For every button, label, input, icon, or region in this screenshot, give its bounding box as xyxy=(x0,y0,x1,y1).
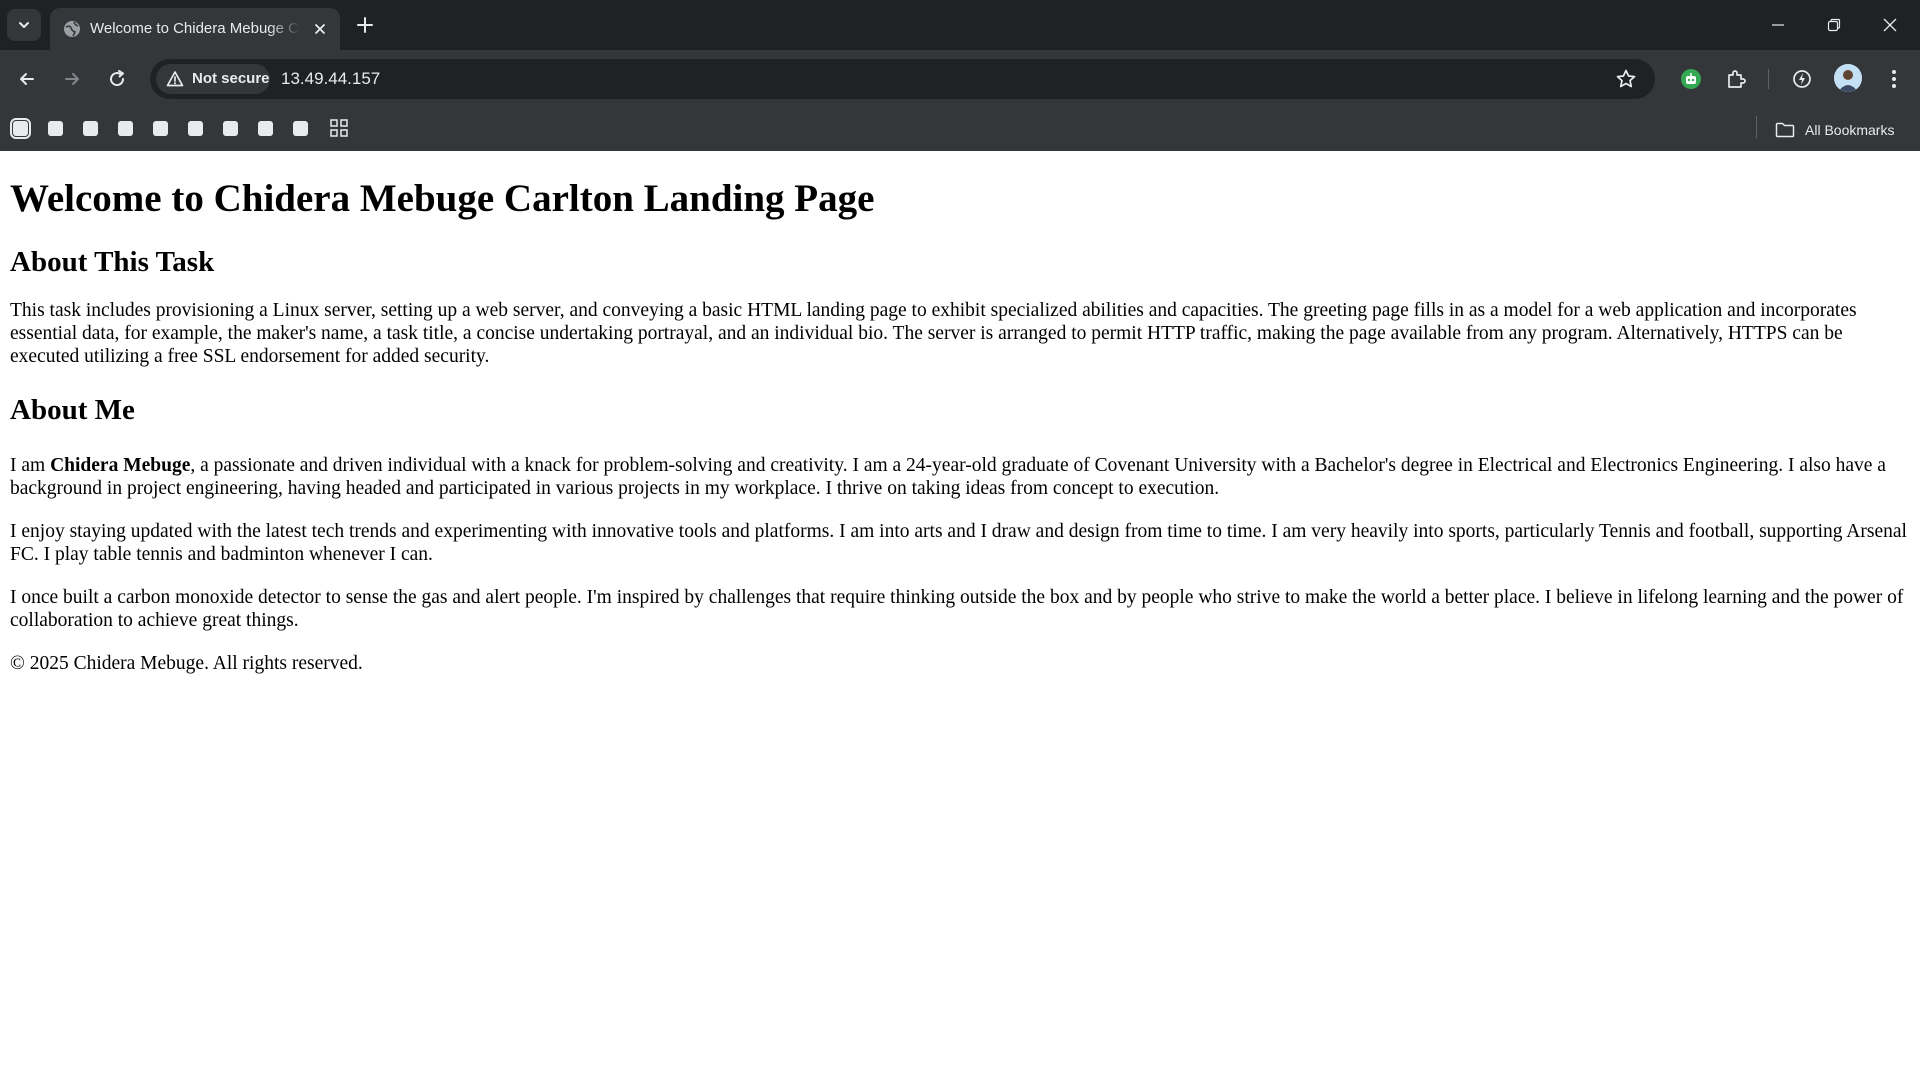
restore-button[interactable] xyxy=(1806,0,1862,50)
bookmark-favicon-icon xyxy=(9,117,31,139)
close-icon xyxy=(315,24,325,34)
title-bar: Welcome to Chidera Mebuge Carlton Landin… xyxy=(0,0,1920,50)
bookmark-favicon-icon xyxy=(117,120,133,136)
bookmark-item[interactable] xyxy=(290,118,310,138)
page-title: Welcome to Chidera Mebuge Carlton Landin… xyxy=(10,177,875,220)
toolbar-divider xyxy=(1768,69,1769,89)
bookmark-favicon-icon xyxy=(82,120,98,136)
back-button[interactable] xyxy=(12,64,42,94)
globe-icon xyxy=(64,21,80,37)
robot-extension-icon xyxy=(1681,69,1701,89)
bookmark-item[interactable] xyxy=(150,118,170,138)
bookmark-item[interactable] xyxy=(9,117,31,139)
browser-menu-button[interactable] xyxy=(1879,64,1909,94)
arrow-right-icon xyxy=(65,73,79,85)
folder-icon xyxy=(1775,122,1795,137)
site-info-chip[interactable]: Not secure xyxy=(156,64,270,94)
bookmarks-bar: All Bookmarks xyxy=(0,108,1920,151)
about-paragraph-2: I enjoy staying updated with the latest … xyxy=(10,520,1907,565)
performance-icon xyxy=(1793,70,1811,88)
author-name: Chidera Mebuge xyxy=(50,454,191,476)
about-paragraph-1: I am Chidera Mebuge, a passionate and dr… xyxy=(10,454,1910,500)
bookmark-item[interactable] xyxy=(80,118,100,138)
bookmark-item[interactable] xyxy=(220,118,240,138)
tab-title: Welcome to Chidera Mebuge Carlton Landin… xyxy=(90,20,300,37)
minimize-icon xyxy=(1772,24,1784,26)
page-content: Welcome to Chidera Mebuge Carlton Landin… xyxy=(10,151,1910,675)
bookmark-item[interactable] xyxy=(115,118,135,138)
bookmark-favicon-icon xyxy=(292,120,308,136)
bookmarks-divider xyxy=(1756,116,1757,138)
new-tab-button[interactable] xyxy=(353,13,377,37)
about-intro-prefix: I am xyxy=(10,454,51,476)
close-window-button[interactable] xyxy=(1862,0,1918,50)
performance-button[interactable] xyxy=(1787,64,1817,94)
arrow-left-icon xyxy=(20,73,34,85)
browser-tab[interactable]: Welcome to Chidera Mebuge Carlton Landin… xyxy=(50,8,340,50)
tab-search-button[interactable] xyxy=(7,9,41,41)
bookmark-favicon-icon xyxy=(187,120,203,136)
all-bookmarks-button[interactable]: All Bookmarks xyxy=(1775,108,1894,151)
forward-button[interactable] xyxy=(57,64,87,94)
bookmark-favicon-icon xyxy=(47,120,63,136)
security-label: Not secure xyxy=(192,70,270,87)
minimize-button[interactable] xyxy=(1750,0,1806,50)
apps-grid-icon xyxy=(330,119,348,137)
apps-button[interactable] xyxy=(329,118,349,138)
warning-triangle-icon xyxy=(166,71,184,87)
url-text[interactable]: 13.49.44.157 xyxy=(281,59,380,99)
bookmark-item[interactable] xyxy=(45,118,65,138)
bookmark-item[interactable] xyxy=(255,118,275,138)
bookmark-favicon-icon xyxy=(152,120,168,136)
star-icon[interactable] xyxy=(1615,68,1637,90)
chevron-down-icon xyxy=(19,22,29,28)
avatar-icon xyxy=(1834,64,1862,92)
kebab-menu-icon xyxy=(1892,70,1896,88)
copyright-footer: © 2025 Chidera Mebuge. All rights reserv… xyxy=(10,652,363,674)
browser-toolbar: Not secure 13.49.44.157 xyxy=(0,50,1920,108)
about-paragraph-3: I once built a carbon monoxide detector … xyxy=(10,586,1904,631)
web-page: Welcome to Chidera Mebuge Carlton Landin… xyxy=(0,151,1920,1080)
bookmark-favicon-icon xyxy=(257,120,273,136)
plus-icon xyxy=(357,17,373,33)
puzzle-icon xyxy=(1728,70,1746,88)
reload-button[interactable] xyxy=(102,64,132,94)
extensions-button[interactable] xyxy=(1721,64,1751,94)
tab-close-button[interactable] xyxy=(310,19,330,39)
about-heading: About Me xyxy=(10,394,135,427)
restore-icon xyxy=(1827,18,1841,32)
reload-icon xyxy=(110,70,125,87)
about-intro-text: , a passionate and driven individual wit… xyxy=(10,454,1886,499)
extension-button[interactable] xyxy=(1676,64,1706,94)
task-description: This task includes provisioning a Linux … xyxy=(10,300,1857,368)
profile-avatar[interactable] xyxy=(1834,64,1862,92)
close-icon xyxy=(1883,18,1897,32)
all-bookmarks-label: All Bookmarks xyxy=(1805,121,1895,138)
address-bar[interactable]: Not secure 13.49.44.157 xyxy=(150,59,1655,99)
bookmark-item[interactable] xyxy=(185,118,205,138)
task-heading: About This Task xyxy=(10,245,215,278)
bookmark-favicon-icon xyxy=(222,120,238,136)
